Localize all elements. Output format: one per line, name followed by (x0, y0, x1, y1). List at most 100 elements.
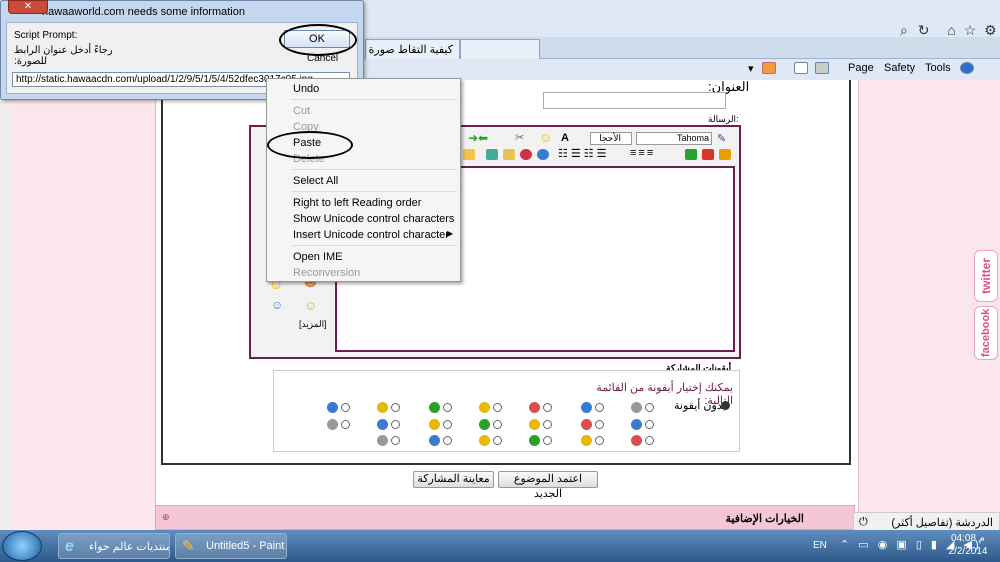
menu-item-undo[interactable]: Undo (293, 83, 319, 95)
post-icon-radio[interactable] (595, 420, 604, 429)
video-icon[interactable] (486, 149, 498, 160)
post-icon (429, 402, 440, 413)
post-icon-radio[interactable] (493, 420, 502, 429)
scrollbar[interactable] (0, 80, 12, 530)
post-icon (429, 435, 440, 446)
post-icon-radio[interactable] (493, 403, 502, 412)
html-icon[interactable] (702, 149, 714, 160)
title-input[interactable] (543, 92, 726, 109)
chat-bar[interactable]: الدردشة (تفاصيل أكثر) ⏻ (853, 512, 1000, 532)
text-color-icon[interactable]: A (561, 132, 569, 144)
post-icon (377, 419, 388, 430)
smiley-icon[interactable]: ☺ (304, 298, 317, 313)
facebook-button[interactable]: facebook (974, 306, 998, 360)
favorites-icon[interactable]: ☆ (964, 22, 977, 38)
clock[interactable]: 04:08 م 2/2/2014 (940, 532, 996, 560)
post-icon-radio[interactable] (443, 420, 452, 429)
post-icon-radio[interactable] (543, 420, 552, 429)
clock-time: 04:08 م (950, 533, 985, 544)
post-icon-radio[interactable] (595, 436, 604, 445)
submit-button[interactable]: اعتمد الموضوع الجديد (498, 471, 598, 500)
menu-item-select-all[interactable]: Select All (293, 175, 338, 187)
menu-item-show-unicode[interactable]: Show Unicode control characters (293, 213, 454, 225)
attach-icon[interactable]: ✂ (515, 131, 524, 144)
settings-icon[interactable]: ⚙ (984, 22, 997, 38)
no-icon-radio[interactable] (721, 401, 730, 410)
prompt-text: رجاءً أدخل عنوان الرابط للصورة: (14, 45, 113, 67)
post-icon (529, 419, 540, 430)
post-icon (479, 402, 490, 413)
chat-label: الدردشة (تفاصيل أكثر) (891, 517, 993, 529)
menu-item-reconversion[interactable]: Reconversion (293, 267, 360, 279)
print-icon[interactable] (815, 62, 829, 75)
feeds-icon[interactable] (762, 62, 776, 75)
smiley-icon[interactable]: ☺ (271, 298, 283, 312)
post-icon-radio[interactable] (543, 403, 552, 412)
post-icon-radio[interactable] (391, 436, 400, 445)
post-icon-radio[interactable] (645, 403, 654, 412)
menu-separator (291, 191, 457, 192)
post-icon-radio[interactable] (341, 403, 350, 412)
post-icon (529, 435, 540, 446)
highlight-circle-ok (279, 24, 357, 56)
post-icon-radio[interactable] (443, 436, 452, 445)
additional-options-bar[interactable]: ⊕ الخيارات الإضافية (155, 505, 855, 530)
expand-icon[interactable]: ⊕ (162, 512, 170, 523)
help-icon[interactable] (960, 62, 974, 75)
code-icon[interactable] (719, 149, 731, 160)
font-family-select[interactable]: Tahoma (636, 132, 712, 145)
menu-separator (291, 245, 457, 246)
post-icon-radio[interactable] (543, 436, 552, 445)
menu-item-open-ime[interactable]: Open IME (293, 251, 343, 263)
more-smilies-link[interactable]: [المزيد] (299, 319, 327, 330)
image-icon[interactable] (503, 149, 515, 160)
email-link-icon[interactable] (520, 149, 532, 160)
page-menu[interactable]: Page (848, 62, 874, 74)
font-size-select[interactable]: الأحجا (590, 132, 632, 145)
language-indicator[interactable]: EN (813, 540, 827, 551)
align-icons[interactable]: ≡≡≡ (630, 147, 655, 159)
tools-menu[interactable]: Tools (925, 62, 951, 74)
home-icon[interactable]: ▾ (748, 62, 754, 75)
additional-options-label: الخيارات الإضافية (725, 513, 804, 525)
ie-icon: e (65, 538, 74, 555)
tab-active[interactable]: كيفية التقاط صورة م... (365, 39, 460, 59)
twitter-button[interactable]: twitter (974, 250, 998, 302)
post-icon-radio[interactable] (341, 420, 350, 429)
php-icon[interactable] (685, 149, 697, 160)
preview-button[interactable]: معاينة المشاركة (413, 471, 494, 488)
post-icon-radio[interactable] (645, 420, 654, 429)
undo-redo-icon[interactable]: ➜⬅ (468, 131, 488, 145)
tab-2[interactable] (460, 39, 540, 59)
no-icon-label: بدون أيقونة (674, 400, 726, 412)
menu-item-rtl-order[interactable]: Right to left Reading order (293, 197, 421, 209)
start-button[interactable] (2, 531, 42, 561)
post-icon-radio[interactable] (493, 436, 502, 445)
safety-menu[interactable]: Safety (884, 62, 915, 74)
post-icon (581, 419, 592, 430)
home-icon[interactable]: ⌂ (947, 22, 955, 38)
power-icon[interactable]: ⏻ (859, 516, 868, 529)
list-indent-icons[interactable]: ☷☰☷☰ (558, 147, 609, 160)
post-icon-radio[interactable] (391, 420, 400, 429)
menu-item-insert-unicode[interactable]: Insert Unicode control character (293, 229, 449, 241)
menu-item-cut[interactable]: Cut (293, 105, 310, 117)
close-button[interactable]: ✕ (8, 0, 48, 14)
taskbar-item-ie[interactable]: e منتديات عالم حواء - ... (58, 533, 170, 559)
mail-icon[interactable] (794, 62, 808, 75)
post-icon (631, 435, 642, 446)
post-icon-radio[interactable] (391, 403, 400, 412)
post-icon-radio[interactable] (443, 403, 452, 412)
post-icon-radio[interactable] (645, 436, 654, 445)
link-icon[interactable] (537, 149, 549, 160)
taskbar-item-paint[interactable]: ✎ Untitled5 - Paint (175, 533, 287, 559)
search-icon[interactable]: ⌕ (900, 22, 908, 38)
quote-icon[interactable] (463, 149, 475, 160)
smiley-icon[interactable]: ☺ (539, 130, 552, 145)
post-icon-radio[interactable] (595, 403, 604, 412)
submenu-arrow-icon: ▶ (447, 229, 454, 238)
refresh-icon[interactable]: ↻ (918, 22, 930, 38)
taskbar-item-label: منتديات عالم حواء - ... (89, 541, 170, 553)
remove-format-icon[interactable]: ✎ (717, 132, 726, 145)
menu-separator (291, 99, 457, 100)
